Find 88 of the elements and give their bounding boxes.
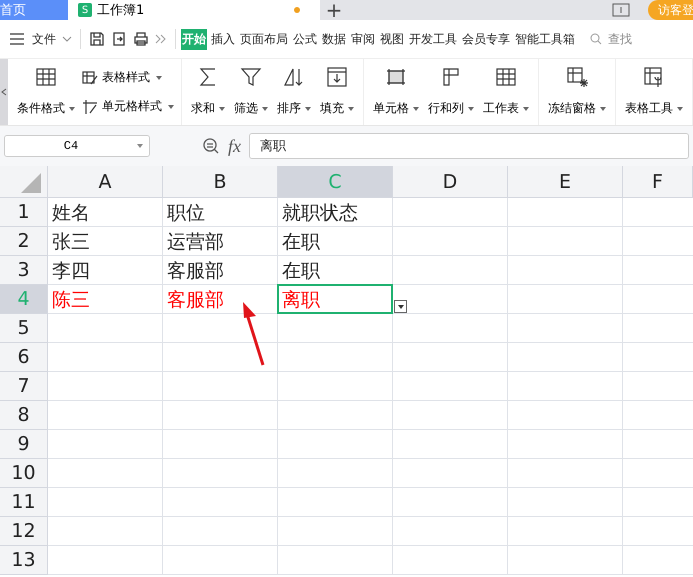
ribbon-tab[interactable]: 会员专享 <box>461 28 511 50</box>
ribbon-button[interactable]: 表格工具 <box>623 63 685 121</box>
ribbon-button[interactable]: 单元格 <box>371 63 421 121</box>
ribbon-button[interactable]: 单元格样式 <box>82 98 174 115</box>
row-header[interactable]: 7 <box>0 372 48 401</box>
caret-icon <box>523 106 529 110</box>
print-icon[interactable] <box>133 31 149 47</box>
ribbon-button[interactable]: 求和 <box>189 63 227 121</box>
row-header[interactable]: 2 <box>0 227 48 256</box>
ribbon-button[interactable]: 行和列 <box>426 63 476 121</box>
file-menu[interactable]: 文件 <box>32 30 56 48</box>
ribbon-button[interactable]: 填充 <box>318 63 356 121</box>
ribbon-tab[interactable]: 数据 <box>321 28 347 50</box>
caret-icon <box>62 36 72 42</box>
row-header[interactable]: 3 <box>0 256 48 285</box>
table-brush-icon <box>82 70 98 86</box>
dropdown-button[interactable] <box>394 300 407 313</box>
zoom-icon[interactable] <box>202 137 220 155</box>
table-cell-text: 运营部 <box>167 230 224 254</box>
freeze-panes-icon <box>565 65 589 89</box>
ribbon-tab[interactable]: 审阅 <box>350 28 376 50</box>
ribbon-tab[interactable]: 智能工具箱 <box>514 28 576 50</box>
collapse-handle[interactable] <box>0 59 8 125</box>
caret-icon <box>219 106 225 110</box>
tab-label: 工作簿1 <box>97 2 146 19</box>
caret-icon <box>468 106 474 110</box>
ribbon-tab[interactable]: 页面布局 <box>239 28 289 50</box>
row-header[interactable]: 10 <box>0 459 48 488</box>
table-cell-text: 姓名 <box>52 200 90 226</box>
caret-icon <box>262 106 268 110</box>
caret-icon <box>305 106 311 110</box>
ribbon-tab[interactable]: 开发工具 <box>408 28 458 50</box>
caret-icon <box>413 106 419 110</box>
search-icon[interactable] <box>590 33 602 45</box>
row-header[interactable]: 13 <box>0 546 48 575</box>
column-header[interactable]: A <box>48 166 163 198</box>
formula-field[interactable]: 离职 <box>249 133 689 159</box>
document-tab[interactable]: S 工作簿1 <box>68 0 320 20</box>
ribbon-tab[interactable]: 公式 <box>292 28 318 50</box>
more-icon[interactable] <box>155 34 167 44</box>
table-cell-text: 李四 <box>52 258 90 284</box>
table-cell-text: 就职状态 <box>282 200 358 226</box>
table-cell-text: 客服部 <box>167 288 224 312</box>
table-cell-text: 在职 <box>282 230 320 254</box>
ribbon-tab[interactable]: 插入 <box>210 28 236 50</box>
ribbon-button[interactable]: 表格样式 <box>82 69 174 86</box>
function-label[interactable]: fx <box>228 136 241 156</box>
table-cell-text: 张三 <box>52 230 90 254</box>
fill-down-icon <box>325 65 349 89</box>
ribbon-button[interactable]: 工作表 <box>481 63 531 121</box>
row-header[interactable]: 11 <box>0 488 48 517</box>
table-cell-text: 陈三 <box>52 288 90 312</box>
row-header[interactable]: 8 <box>0 401 48 430</box>
column-header[interactable]: D <box>393 166 508 198</box>
row-header[interactable]: 12 <box>0 517 48 546</box>
caret-icon <box>137 144 143 148</box>
table-cell-text: 客服部 <box>167 258 224 284</box>
row-header[interactable]: 5 <box>0 314 48 343</box>
caret-icon <box>168 104 174 108</box>
caret-icon <box>348 106 354 110</box>
caret-icon <box>600 106 606 110</box>
caret-icon <box>156 76 162 80</box>
ribbon-tab[interactable]: 视图 <box>379 28 405 50</box>
window-icon[interactable] <box>612 3 630 17</box>
caret-icon <box>677 106 683 110</box>
ribbon-button[interactable]: 条件格式 <box>15 63 77 121</box>
search-button[interactable]: 查找 <box>608 30 632 48</box>
spreadsheet-icon: S <box>78 3 92 17</box>
table-cell-text: 在职 <box>282 258 320 284</box>
caret-icon <box>398 304 404 308</box>
ribbon-button[interactable]: 排序 <box>275 63 313 121</box>
table-cell-text: 职位 <box>167 200 205 226</box>
row-header[interactable]: 6 <box>0 343 48 372</box>
table-cell-text: 离职 <box>282 288 320 312</box>
save-icon[interactable] <box>89 31 105 47</box>
cell-brush-icon <box>82 98 98 114</box>
ribbon-button[interactable]: 筛选 <box>232 63 270 121</box>
menu-icon[interactable] <box>10 33 24 45</box>
row-header[interactable]: 9 <box>0 430 48 459</box>
caret-icon <box>69 106 75 110</box>
new-tab-button[interactable]: + <box>320 0 348 22</box>
column-header[interactable]: B <box>163 166 278 198</box>
export-icon[interactable] <box>111 31 127 47</box>
column-header[interactable]: E <box>508 166 623 198</box>
name-box[interactable]: C4 <box>4 135 150 157</box>
column-header[interactable]: F <box>623 166 693 198</box>
ribbon-button[interactable]: 冻结窗格 <box>546 63 608 121</box>
row-header[interactable]: 1 <box>0 198 48 227</box>
